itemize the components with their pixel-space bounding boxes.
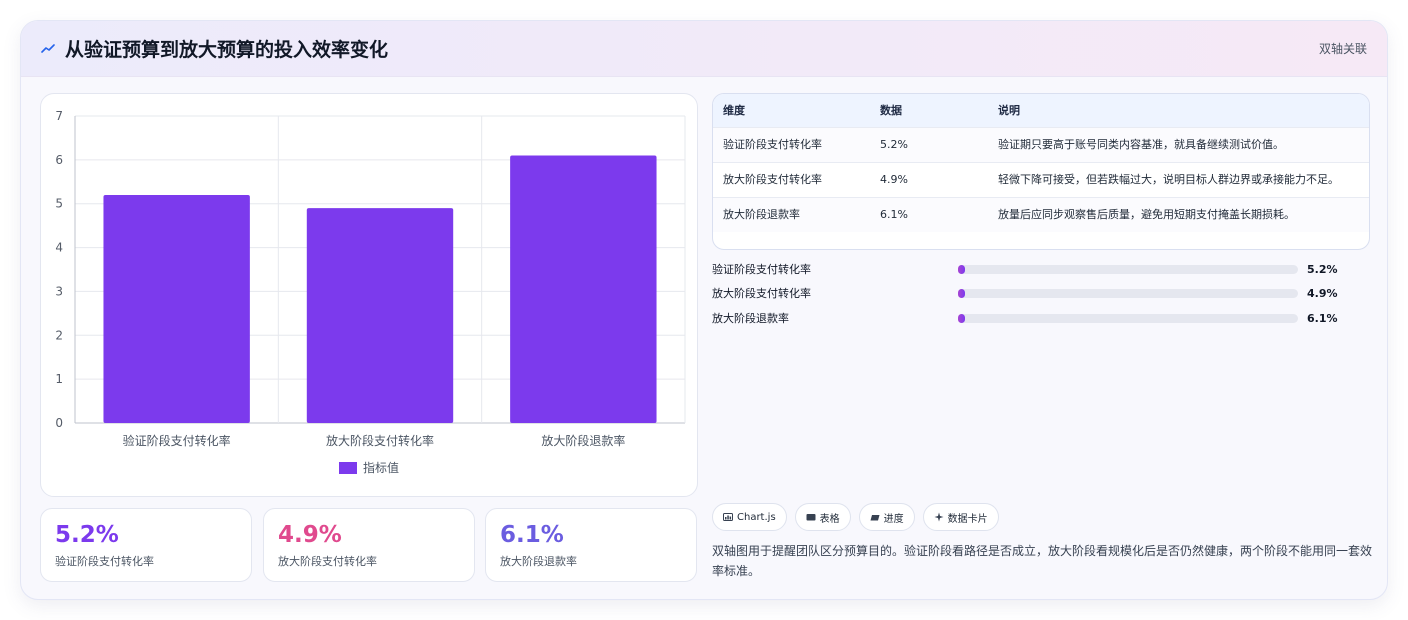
y-tick-label: 1: [55, 372, 63, 386]
chip-progress[interactable]: 进度: [858, 503, 915, 531]
kpi-value: 6.1%: [500, 522, 564, 548]
kpi-label: 放大阶段支付转化率: [278, 555, 377, 568]
chip-table[interactable]: 表格: [794, 503, 851, 531]
progress-label: 验证阶段支付转化率: [712, 263, 811, 276]
kpi-label: 放大阶段退款率: [500, 555, 577, 568]
bar: [103, 194, 250, 423]
y-tick-label: 4: [55, 241, 63, 255]
card-header: 从验证预算到放大预算的投入效率变化 双轴关联: [21, 21, 1387, 77]
y-tick-label: 7: [55, 109, 63, 123]
main-card: 从验证预算到放大预算的投入效率变化 双轴关联 0 1 2 3 4 5 6 7 验证阶段支付转化率…: [20, 20, 1388, 600]
y-tick-label: 2: [55, 328, 63, 342]
table-header-data: 数据: [880, 104, 902, 118]
data-table: 维度 数据 说明 验证阶段支付转化率 5.2% 验证期只要高于账号同类内容基准，…: [712, 93, 1370, 250]
table-header-row: 维度 数据 说明: [713, 94, 1369, 127]
trend-icon: [41, 42, 55, 56]
progress-value: 5.2%: [1307, 262, 1338, 276]
kpi-value: 5.2%: [55, 522, 119, 548]
progress-row-scale-refund: 放大阶段退款率 6.1%: [712, 310, 1352, 326]
table-cell-description: 轻微下降可接受，但若跌幅过大，说明目标人群边界或承接能力不足。: [988, 161, 1369, 197]
chip-label: 表格: [819, 513, 840, 525]
table-row: 放大阶段支付转化率 4.9% 轻微下降可接受，但若跌幅过大，说明目标人群边界或承…: [713, 161, 1369, 197]
progress-value: 6.1%: [1307, 311, 1338, 325]
x-tick-label: 验证阶段支付转化率: [123, 433, 231, 448]
kpi-label: 验证阶段支付转化率: [55, 555, 154, 568]
table-cell-data: 4.9%: [870, 161, 988, 197]
progress-track: [958, 288, 1298, 298]
progress-track: [958, 313, 1298, 323]
progress-label: 放大阶段支付转化率: [712, 287, 811, 300]
chip-label: 数据卡片: [947, 513, 988, 525]
kpi-card-validation-conversion: 5.2% 验证阶段支付转化率: [40, 508, 252, 582]
progress-icon: [870, 512, 880, 522]
explanation-note: 双轴图用于提醒团队区分预算目的。验证阶段看路径是否成立，放大阶段看规模化后是否仍…: [712, 544, 1373, 578]
x-tick-label: 放大阶段支付转化率: [326, 433, 434, 448]
kpi-card-scale-refund: 6.1% 放大阶段退款率: [485, 508, 697, 582]
chip-label: 进度: [883, 513, 904, 525]
bar-chart: 0 1 2 3 4 5 6 7 验证阶段支付转化率 放大阶段支付转化率 放大阶段退款率指标值: [40, 93, 698, 497]
progress-row-scale-conversion: 放大阶段支付转化率 4.9%: [712, 285, 1352, 301]
x-tick-label: 放大阶段退款率: [541, 433, 625, 448]
legend-swatch: [339, 462, 357, 474]
y-tick-label: 0: [55, 416, 63, 430]
table-row: 放大阶段退款率 6.1% 放量后应同步观察售后质量，避免用短期支付掩盖长期损耗。: [713, 196, 1369, 232]
chip-label: Chart.js: [737, 511, 776, 523]
header-badge: 双轴关联: [1318, 42, 1367, 56]
chip-chartjs[interactable]: Chart.js: [712, 503, 787, 531]
table-cell-description: 验证期只要高于账号同类内容基准，就具备继续测试价值。: [988, 126, 1369, 162]
chip-data-card[interactable]: 数据卡片: [922, 503, 999, 531]
legend-label: 指标值: [363, 460, 399, 475]
progress-fill: [958, 288, 965, 298]
bar: [510, 155, 657, 423]
table-row: 验证阶段支付转化率 5.2% 验证期只要高于账号同类内容基准，就具备继续测试价值…: [713, 126, 1369, 162]
table-icon: [806, 512, 816, 522]
table-cell-dimension: 放大阶段支付转化率: [713, 161, 870, 197]
progress-fill: [958, 264, 965, 274]
bar-chart-svg: 0 1 2 3 4 5 6 7 验证阶段支付转化率 放大阶段支付转化率 放大阶段退款率指标值: [55, 109, 686, 475]
progress-fill: [958, 313, 965, 323]
progress-row-validation-conversion: 验证阶段支付转化率 5.2%: [712, 261, 1352, 277]
table-cell-description: 放量后应同步观察售后质量，避免用短期支付掩盖长期损耗。: [988, 196, 1369, 232]
table-header-dimension: 维度: [723, 104, 745, 118]
title-wrap: 从验证预算到放大预算的投入效率变化: [41, 35, 388, 62]
kpi-card-scale-conversion: 4.9% 放大阶段支付转化率: [263, 508, 475, 582]
y-tick-label: 5: [55, 197, 63, 211]
table-header-description: 说明: [998, 104, 1020, 118]
bar: [306, 208, 454, 423]
progress-value: 4.9%: [1307, 286, 1338, 300]
table-cell-data: 6.1%: [870, 196, 988, 232]
kpi-value: 4.9%: [278, 522, 342, 548]
progress-label: 放大阶段退款率: [712, 312, 789, 325]
data-table-grid: 维度 数据 说明 验证阶段支付转化率 5.2% 验证期只要高于账号同类内容基准，…: [713, 94, 1369, 232]
sparkle-icon: [934, 512, 944, 522]
table-cell-data: 5.2%: [870, 126, 988, 162]
table-cell-dimension: 验证阶段支付转化率: [713, 126, 870, 162]
chart-icon: [723, 512, 733, 522]
page-title: 从验证预算到放大预算的投入效率变化: [65, 39, 389, 61]
y-tick-label: 3: [55, 284, 63, 298]
y-tick-label: 6: [55, 153, 63, 167]
chip-group: Chart.js 表格 进度 数据卡片: [712, 503, 999, 531]
table-cell-dimension: 放大阶段退款率: [713, 196, 870, 232]
progress-track: [958, 264, 1298, 274]
